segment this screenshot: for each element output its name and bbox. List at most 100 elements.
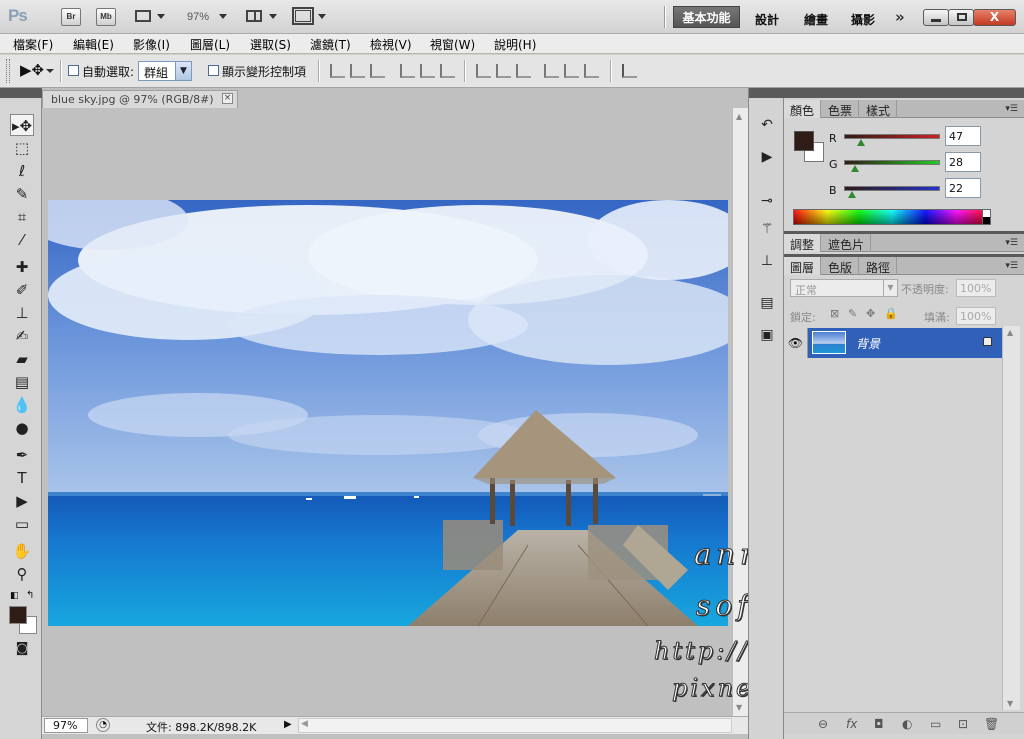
black-white-ramp[interactable] — [982, 209, 991, 225]
screen-mode-icon[interactable] — [292, 7, 315, 26]
panel-menu-icon[interactable]: ▾☰ — [1005, 104, 1018, 114]
chevron-down-icon[interactable]: ▼ — [883, 280, 897, 296]
opacity-input[interactable]: 100% — [956, 279, 996, 297]
chevron-down-icon[interactable] — [269, 14, 277, 19]
align-vertical-center-icon[interactable] — [350, 64, 365, 78]
zoom-field[interactable]: 97% — [44, 718, 88, 733]
hand-tool-icon[interactable]: ✋ — [10, 540, 34, 562]
align-bottom-icon[interactable] — [370, 64, 385, 78]
zoom-level[interactable]: 97% — [187, 11, 209, 23]
info-icon[interactable]: ◔ — [96, 718, 110, 732]
history-icon[interactable]: ↶ — [757, 116, 777, 134]
document-image[interactable] — [48, 200, 728, 626]
chevron-down-icon[interactable] — [318, 14, 326, 19]
menu-file[interactable]: 檔案(F) — [13, 36, 53, 53]
layer-style-icon[interactable]: fx — [846, 717, 857, 731]
layer-name[interactable]: 背景 — [856, 335, 880, 352]
tab-color[interactable]: 顏色 — [784, 100, 822, 118]
scroll-up-icon[interactable]: ▲ — [736, 112, 742, 121]
adjustment-layer-icon[interactable]: ◐ — [902, 717, 912, 731]
blue-slider-thumb[interactable] — [848, 191, 856, 198]
eraser-tool-icon[interactable]: ▰ — [10, 348, 34, 370]
brush-tool-icon[interactable]: ✐ — [10, 279, 34, 301]
swap-colors-icon[interactable]: ↰ — [26, 590, 34, 601]
distribute-vertical-center-icon[interactable] — [496, 64, 511, 78]
quick-selection-tool-icon[interactable]: ✎ — [10, 183, 34, 205]
document-tab[interactable]: blue sky.jpg @ 97% (RGB/8#) × — [42, 90, 238, 108]
distribute-horizontal-center-icon[interactable] — [564, 64, 579, 78]
new-group-icon[interactable]: ▭ — [930, 717, 941, 731]
fill-input[interactable]: 100% — [956, 307, 996, 325]
zoom-tool-icon[interactable]: ⚲ — [10, 563, 34, 585]
strip-header[interactable] — [749, 88, 785, 98]
scroll-up-icon[interactable]: ▲ — [1007, 328, 1013, 337]
tab-swatches[interactable]: 色票 — [822, 100, 860, 118]
auto-select-dropdown[interactable]: 群組 ▼ — [138, 61, 192, 81]
menu-filter[interactable]: 濾鏡(T) — [310, 36, 351, 53]
auto-align-layers-icon[interactable] — [622, 64, 637, 78]
horizontal-scrollbar[interactable]: ◀ — [298, 718, 732, 733]
move-tool-icon[interactable]: ▸✥ — [10, 114, 34, 136]
distribute-left-icon[interactable] — [544, 64, 559, 78]
tab-layers[interactable]: 圖層 — [784, 257, 822, 275]
add-mask-icon[interactable]: ◘ — [874, 717, 884, 731]
green-slider-thumb[interactable] — [851, 165, 859, 172]
menu-view[interactable]: 檢視(V) — [370, 36, 412, 53]
chevron-down-icon[interactable]: ▼ — [175, 62, 191, 80]
launch-minibridge-button[interactable]: Mb — [96, 8, 116, 26]
chevron-down-icon[interactable] — [46, 69, 54, 73]
path-selection-tool-icon[interactable]: ▶ — [10, 490, 34, 512]
panel-menu-icon[interactable]: ▾☰ — [1005, 261, 1018, 271]
blur-tool-icon[interactable]: 💧 — [10, 394, 34, 416]
foreground-color-swatch[interactable] — [9, 606, 27, 624]
gradient-tool-icon[interactable]: ▤ — [10, 371, 34, 393]
align-horizontal-center-icon[interactable] — [420, 64, 435, 78]
workspace-painting-button[interactable]: 繪畫 — [804, 11, 828, 28]
align-right-icon[interactable] — [440, 64, 455, 78]
menu-window[interactable]: 視窗(W) — [430, 36, 475, 53]
blend-mode-dropdown[interactable]: 正常 ▼ — [790, 279, 898, 297]
eyedropper-tool-icon[interactable]: ⁄ — [10, 229, 34, 251]
show-transform-checkbox[interactable] — [208, 65, 219, 76]
move-tool-icon[interactable]: ▶✥ — [20, 61, 44, 79]
clone-stamp-tool-icon[interactable]: ⊥ — [10, 302, 34, 324]
tab-adjustments[interactable]: 調整 — [784, 234, 822, 252]
grip-handle[interactable] — [6, 59, 10, 83]
chevron-down-icon[interactable] — [219, 14, 227, 19]
new-layer-icon[interactable]: ⊡ — [958, 717, 968, 731]
link-layers-icon[interactable]: ⊖ — [818, 717, 828, 731]
menu-edit[interactable]: 編輯(E) — [73, 36, 114, 53]
layer-row[interactable]: 👁 背景 — [784, 328, 1002, 358]
vertical-scrollbar[interactable]: ▲ ▼ — [732, 108, 748, 716]
lock-all-icon[interactable]: 🔒 — [884, 307, 898, 320]
dodge-tool-icon[interactable]: ● — [10, 417, 34, 439]
lock-transparent-icon[interactable]: ⊠ — [830, 307, 839, 320]
color-spectrum-ramp[interactable] — [793, 209, 991, 225]
tab-channels[interactable]: 色版 — [822, 257, 860, 275]
shape-tool-icon[interactable]: ▭ — [10, 513, 34, 535]
marquee-tool-icon[interactable]: ⬚ — [10, 137, 34, 159]
blue-slider[interactable] — [844, 186, 940, 191]
auto-select-checkbox[interactable] — [68, 65, 79, 76]
quick-mask-icon[interactable]: ◙ — [10, 638, 34, 660]
panels-header[interactable] — [784, 88, 1024, 98]
restore-button[interactable] — [948, 9, 974, 26]
paragraph-icon[interactable]: ▣ — [757, 326, 777, 344]
tool-presets-icon[interactable]: ⊥ — [757, 252, 777, 270]
lock-position-icon[interactable]: ✥ — [866, 307, 875, 320]
layers-scrollbar[interactable]: ▲ ▼ — [1002, 326, 1020, 710]
healing-brush-tool-icon[interactable]: ✚ — [10, 256, 34, 278]
arrange-documents-icon[interactable] — [244, 8, 266, 26]
green-value-input[interactable]: 28 — [945, 152, 981, 172]
lock-image-icon[interactable]: ✎ — [848, 307, 857, 320]
panel-menu-icon[interactable]: ▾☰ — [1005, 238, 1018, 248]
distribute-right-icon[interactable] — [584, 64, 599, 78]
eye-icon[interactable]: 👁 — [784, 328, 808, 358]
crop-tool-icon[interactable]: ⌗ — [10, 206, 34, 228]
pen-tool-icon[interactable]: ✒ — [10, 444, 34, 466]
history-brush-tool-icon[interactable]: ✍ — [10, 325, 34, 347]
tab-styles[interactable]: 樣式 — [860, 100, 898, 118]
character-icon[interactable]: ▤ — [757, 294, 777, 312]
view-extras-icon[interactable] — [133, 8, 155, 26]
menu-layer[interactable]: 圖層(L) — [190, 36, 230, 53]
